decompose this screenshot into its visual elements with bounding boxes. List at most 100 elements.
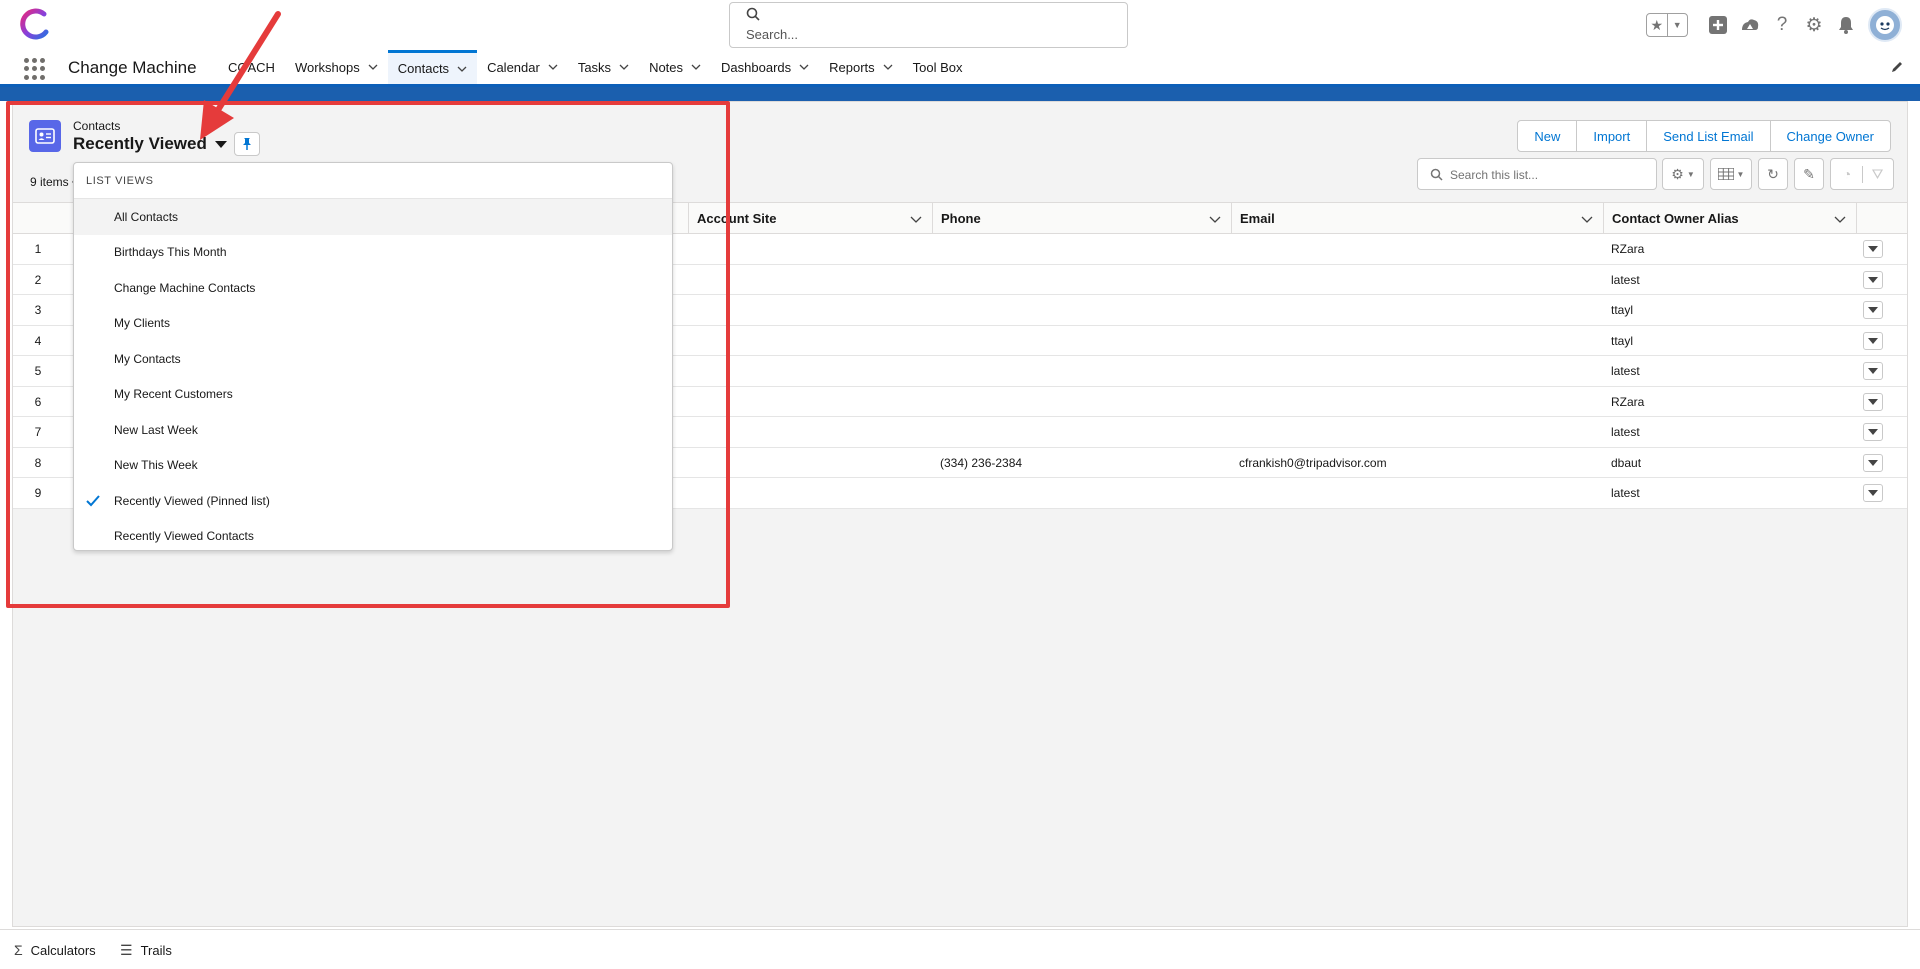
display-as-table-icon[interactable]: ▼ bbox=[1710, 158, 1752, 190]
row-action-menu-icon[interactable] bbox=[1863, 362, 1883, 380]
filter-icon[interactable]: ⛛ bbox=[1862, 165, 1892, 183]
row-action-menu-icon[interactable] bbox=[1863, 453, 1883, 472]
utility-label: Calculators bbox=[30, 942, 96, 958]
favorite-star-icon[interactable]: ★ bbox=[1647, 14, 1667, 36]
search-icon bbox=[746, 7, 760, 21]
row-action-menu-icon[interactable] bbox=[1863, 392, 1883, 411]
edit-pencil-icon[interactable]: ✎ bbox=[1794, 158, 1824, 190]
nav-item-label: Tool Box bbox=[912, 59, 963, 75]
refresh-icon[interactable]: ↻ bbox=[1758, 158, 1788, 190]
chevron-down-icon[interactable] bbox=[1834, 213, 1846, 225]
column-header-account-site[interactable]: Account Site bbox=[688, 203, 932, 234]
list-view-title: Recently Viewed bbox=[73, 134, 207, 153]
nav-item-contacts[interactable]: Contacts bbox=[387, 50, 478, 84]
list-view-option-birthdays-this-month[interactable]: Birthdays This Month bbox=[74, 235, 672, 271]
option-label: Change Machine Contacts bbox=[114, 280, 256, 295]
list-view-option-all-contacts[interactable]: All Contacts bbox=[74, 199, 672, 235]
list-view-option-new-last-week[interactable]: New Last Week bbox=[74, 412, 672, 448]
change-owner-button[interactable]: Change Owner bbox=[1769, 121, 1890, 151]
app-name: Change Machine bbox=[68, 58, 197, 77]
cell-owner-alias[interactable]: RZara bbox=[1611, 387, 1644, 417]
global-header: Search... ★ ▼ ? ⚙ bbox=[0, 0, 1920, 50]
chevron-down-icon[interactable] bbox=[883, 62, 893, 72]
cell-owner-alias[interactable]: latest bbox=[1611, 478, 1640, 508]
utility-item-trails[interactable]: ☰ Trails bbox=[120, 942, 172, 959]
app-launcher-icon[interactable] bbox=[24, 58, 46, 80]
list-view-option-my-contacts[interactable]: My Contacts bbox=[74, 341, 672, 377]
nav-item-coach[interactable]: COACH bbox=[218, 50, 285, 84]
nav-item-reports[interactable]: Reports bbox=[819, 50, 903, 84]
list-view-option-my-recent-customers[interactable]: My Recent Customers bbox=[74, 377, 672, 413]
option-label: Recently Viewed Contacts bbox=[114, 529, 254, 544]
favorites-menu-chevron-icon[interactable]: ▼ bbox=[1666, 14, 1688, 36]
chevron-down-icon[interactable] bbox=[457, 64, 467, 74]
app-logo[interactable] bbox=[18, 8, 52, 42]
user-avatar[interactable] bbox=[1868, 8, 1902, 42]
cell-owner-alias[interactable]: ttayl bbox=[1611, 326, 1633, 356]
option-label: My Recent Customers bbox=[114, 387, 233, 402]
list-view-option-recently-viewed[interactable]: Recently Viewed (Pinned list) bbox=[74, 483, 672, 519]
list-views-heading: LIST VIEWS bbox=[74, 163, 672, 199]
row-number: 7 bbox=[34, 425, 42, 439]
list-actions: New Import Send List Email Change Owner bbox=[1517, 120, 1891, 152]
chevron-down-icon[interactable] bbox=[1581, 213, 1593, 225]
option-label: My Clients bbox=[114, 316, 171, 331]
object-label: Contacts bbox=[73, 119, 121, 133]
list-view-option-my-clients[interactable]: My Clients bbox=[74, 306, 672, 342]
edit-nav-pencil-icon[interactable] bbox=[1890, 60, 1904, 74]
cell-owner-alias[interactable]: latest bbox=[1611, 417, 1640, 447]
help-icon[interactable]: ? bbox=[1766, 9, 1798, 41]
nav-item-tool-box[interactable]: Tool Box bbox=[903, 50, 973, 84]
search-icon bbox=[1430, 168, 1443, 181]
notifications-bell-icon[interactable] bbox=[1830, 9, 1862, 41]
chevron-down-icon[interactable] bbox=[691, 62, 701, 72]
caret-down-icon[interactable] bbox=[214, 140, 227, 148]
cell-owner-alias[interactable]: RZara bbox=[1611, 234, 1644, 264]
send-list-email-button[interactable]: Send List Email bbox=[1646, 121, 1769, 151]
items-count: 9 items • bbox=[30, 175, 77, 189]
list-search-input[interactable]: Search this list... bbox=[1417, 158, 1657, 190]
utility-item-calculators[interactable]: Σ Calculators bbox=[14, 942, 96, 958]
row-number: 9 bbox=[34, 486, 42, 500]
global-create-icon[interactable] bbox=[1702, 9, 1734, 41]
list-view-picker[interactable]: Recently Viewed bbox=[73, 134, 227, 154]
cell-email[interactable]: cfrankish0@tripadvisor.com bbox=[1239, 448, 1387, 478]
chevron-down-icon[interactable] bbox=[1209, 213, 1221, 225]
cell-owner-alias[interactable]: ttayl bbox=[1611, 295, 1633, 325]
chevron-down-icon[interactable] bbox=[548, 62, 558, 72]
column-header-email[interactable]: Email bbox=[1231, 203, 1603, 234]
column-header-phone[interactable]: Phone bbox=[932, 203, 1231, 234]
chevron-down-icon[interactable] bbox=[910, 213, 922, 225]
cell-owner-alias[interactable]: latest bbox=[1611, 265, 1640, 295]
list-view-option-recently-viewed-contacts[interactable]: Recently Viewed Contacts bbox=[74, 519, 672, 555]
chevron-down-icon[interactable] bbox=[368, 62, 378, 72]
row-action-menu-icon[interactable] bbox=[1863, 301, 1883, 319]
row-action-menu-icon[interactable] bbox=[1863, 423, 1883, 441]
list-view-option-change-machine-contacts[interactable]: Change Machine Contacts bbox=[74, 270, 672, 306]
list-settings-gear-icon[interactable]: ⚙ ▼ bbox=[1662, 158, 1704, 190]
global-search-input[interactable]: Search... bbox=[729, 2, 1128, 48]
cell-owner-alias[interactable]: latest bbox=[1611, 356, 1640, 386]
row-action-menu-icon[interactable] bbox=[1863, 240, 1883, 258]
row-action-menu-icon[interactable] bbox=[1863, 331, 1883, 350]
pin-list-button[interactable] bbox=[234, 132, 260, 156]
favorites-group: ★ ▼ bbox=[1646, 13, 1688, 37]
nav-item-notes[interactable]: Notes bbox=[639, 50, 711, 84]
chevron-down-icon[interactable] bbox=[619, 62, 629, 72]
cell-owner-alias[interactable]: dbaut bbox=[1611, 448, 1641, 478]
nav-item-dashboards[interactable]: Dashboards bbox=[711, 50, 819, 84]
chevron-down-icon[interactable] bbox=[799, 62, 809, 72]
chart-icon[interactable]: ◔ bbox=[1832, 166, 1862, 182]
import-button[interactable]: Import bbox=[1576, 121, 1646, 151]
trailhead-icon[interactable] bbox=[1734, 9, 1766, 41]
new-button[interactable]: New bbox=[1518, 121, 1576, 151]
row-action-menu-icon[interactable] bbox=[1863, 270, 1883, 289]
setup-gear-icon[interactable]: ⚙ bbox=[1798, 9, 1830, 41]
nav-item-calendar[interactable]: Calendar bbox=[477, 50, 568, 84]
row-action-menu-icon[interactable] bbox=[1863, 484, 1883, 502]
nav-item-tasks[interactable]: Tasks bbox=[568, 50, 639, 84]
list-search-placeholder: Search this list... bbox=[1450, 168, 1539, 182]
nav-item-workshops[interactable]: Workshops bbox=[285, 50, 388, 84]
list-view-option-new-this-week[interactable]: New This Week bbox=[74, 448, 672, 484]
column-header-contact-owner-alias[interactable]: Contact Owner Alias bbox=[1603, 203, 1856, 234]
